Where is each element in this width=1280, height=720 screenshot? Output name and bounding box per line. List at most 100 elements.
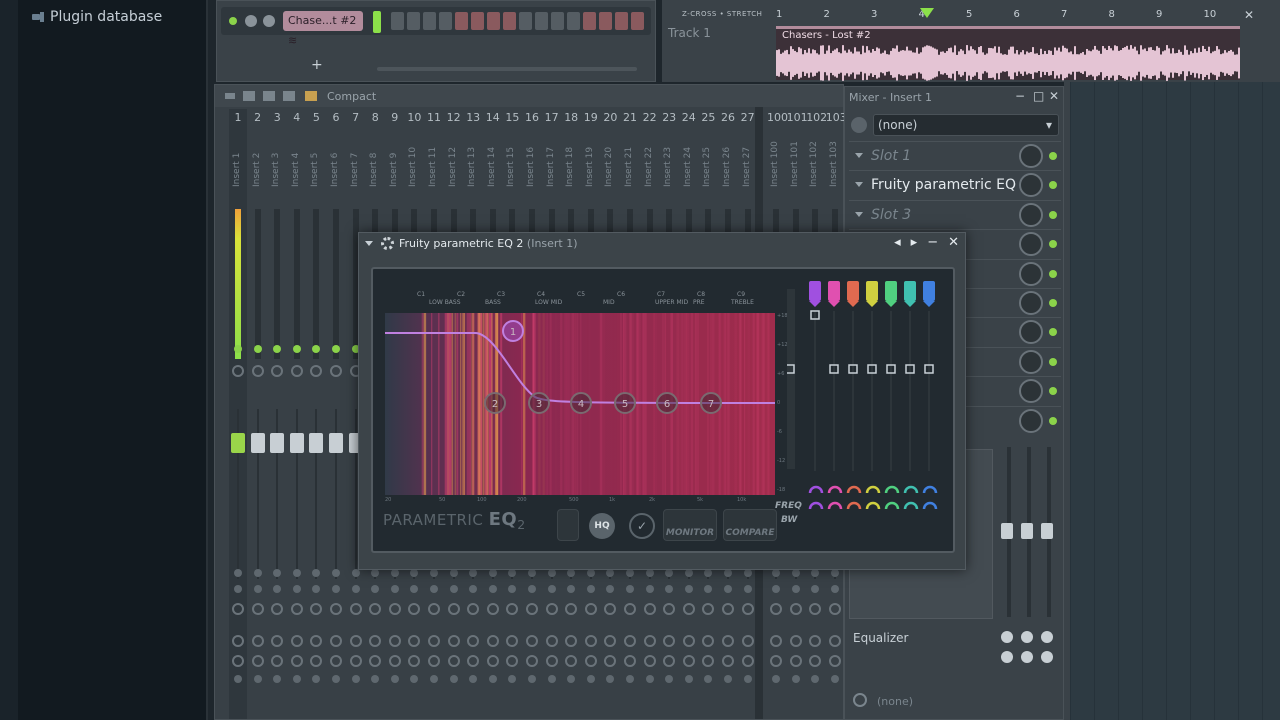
route-arrow-icon[interactable]	[684, 585, 693, 593]
mixer-slot[interactable]: Fruity parametric EQ 2	[849, 170, 1061, 198]
fx-led[interactable]	[586, 675, 595, 683]
stereo-knob[interactable]	[408, 635, 421, 647]
eq-response-graph[interactable]: 1 2 3 4 5 6 7	[385, 313, 775, 495]
fx-knob[interactable]	[506, 655, 519, 667]
fx-led[interactable]	[684, 675, 693, 683]
send-knob[interactable]	[643, 603, 656, 615]
step-button[interactable]	[615, 12, 628, 30]
fx-knob[interactable]	[408, 655, 421, 667]
stereo-knob[interactable]	[682, 635, 695, 647]
route-arrow-icon[interactable]	[606, 569, 615, 577]
band-gain-track[interactable]	[928, 311, 930, 471]
slot-fader-cap[interactable]	[1021, 523, 1033, 539]
fx-knob[interactable]	[722, 655, 734, 667]
fx-knob[interactable]	[447, 655, 460, 667]
send-knob[interactable]	[486, 603, 499, 615]
fx-knob[interactable]	[770, 655, 782, 667]
eq-knob[interactable]	[1001, 631, 1013, 643]
stereo-knob[interactable]	[789, 635, 802, 647]
slot-enable-led[interactable]	[1049, 269, 1057, 278]
step-button[interactable]	[583, 12, 596, 30]
upload-icon[interactable]	[263, 91, 275, 101]
slot-enable-led[interactable]	[1049, 387, 1057, 396]
mixer-slot[interactable]: Slot 3	[849, 199, 1061, 228]
layout-icon[interactable]	[305, 91, 317, 101]
slot-mix-knob[interactable]	[1019, 173, 1043, 198]
band-shape-button[interactable]	[866, 281, 878, 301]
add-channel-icon[interactable]: +	[311, 57, 323, 73]
send-knob[interactable]	[789, 603, 802, 615]
route-arrow-icon[interactable]	[684, 569, 693, 577]
step-button[interactable]	[471, 12, 484, 30]
route-arrow-icon[interactable]	[567, 585, 576, 593]
fx-led[interactable]	[743, 675, 752, 683]
route-arrow-icon[interactable]	[645, 585, 654, 593]
fx-knob[interactable]	[663, 655, 676, 667]
fx-led[interactable]	[430, 675, 438, 683]
stereo-knob[interactable]	[428, 635, 440, 647]
stereo-knob[interactable]	[330, 635, 342, 647]
freq-knob[interactable]	[884, 485, 900, 494]
send-knob[interactable]	[290, 603, 303, 615]
slot-enable-led[interactable]	[1049, 299, 1057, 307]
route-arrow-icon[interactable]	[528, 569, 536, 577]
fx-led[interactable]	[811, 675, 820, 683]
slot-mix-knob[interactable]	[1019, 320, 1043, 345]
eq-knob[interactable]	[1041, 651, 1053, 663]
fx-led[interactable]	[645, 675, 654, 683]
route-arrow-icon[interactable]	[371, 585, 380, 593]
stereo-knob[interactable]	[828, 635, 841, 647]
send-knob[interactable]	[408, 603, 421, 615]
route-arrow-icon[interactable]	[606, 585, 615, 593]
route-arrow-icon[interactable]	[430, 569, 438, 577]
channel-select-indicator[interactable]	[373, 11, 381, 33]
stereo-knob[interactable]	[643, 635, 656, 647]
send-knob[interactable]	[526, 603, 538, 615]
channel-mute-led[interactable]	[229, 17, 237, 25]
master-gain-track[interactable]	[787, 289, 795, 469]
freq-knob[interactable]	[827, 485, 843, 494]
route-arrow-icon[interactable]	[292, 569, 301, 577]
fx-knob[interactable]	[584, 655, 597, 667]
slot-mix-knob[interactable]	[1019, 349, 1043, 374]
fx-led[interactable]	[488, 675, 497, 683]
volume-fader[interactable]	[231, 433, 245, 453]
slot-enable-led[interactable]	[1049, 328, 1057, 337]
route-arrow-icon[interactable]	[273, 585, 282, 593]
step-button[interactable]	[535, 12, 548, 30]
stereo-knob[interactable]	[486, 635, 499, 647]
mixer-slot[interactable]: Slot 1	[849, 141, 1061, 169]
route-arrow-icon[interactable]	[791, 569, 800, 577]
playhead-marker-icon[interactable]	[920, 8, 934, 18]
fx-led[interactable]	[626, 675, 634, 683]
send-knob[interactable]	[809, 603, 822, 615]
route-arrow-icon[interactable]	[811, 569, 820, 577]
route-arrow-icon[interactable]	[332, 585, 340, 593]
route-arrow-icon[interactable]	[704, 585, 713, 593]
route-arrow-icon[interactable]	[645, 569, 654, 577]
send-knob[interactable]	[722, 603, 734, 615]
fx-led[interactable]	[469, 675, 478, 683]
stereo-knob[interactable]	[809, 635, 822, 647]
bw-knob[interactable]	[846, 501, 862, 510]
band-shape-button[interactable]	[809, 281, 821, 301]
slot-mix-knob[interactable]	[1019, 379, 1043, 404]
volume-knob[interactable]	[263, 15, 275, 27]
route-arrow-icon[interactable]	[234, 569, 242, 577]
route-arrow-icon[interactable]	[743, 585, 752, 593]
step-button[interactable]	[631, 12, 644, 30]
route-arrow-icon[interactable]	[449, 569, 458, 577]
step-button[interactable]	[407, 12, 420, 30]
rack-scrollbar[interactable]	[377, 67, 637, 71]
fx-led[interactable]	[332, 675, 340, 683]
send-knob[interactable]	[741, 603, 754, 615]
mixer-strip[interactable]: 4 Insert 4	[288, 109, 306, 719]
minimize-icon[interactable]: −	[1015, 89, 1025, 103]
route-arrow-icon[interactable]	[772, 585, 780, 593]
send-knob[interactable]	[428, 603, 440, 615]
send-knob[interactable]	[271, 603, 284, 615]
route-arrow-icon[interactable]	[234, 585, 242, 593]
step-button[interactable]	[439, 12, 452, 30]
maximize-icon[interactable]: □	[1033, 89, 1044, 103]
fx-led[interactable]	[351, 675, 360, 683]
